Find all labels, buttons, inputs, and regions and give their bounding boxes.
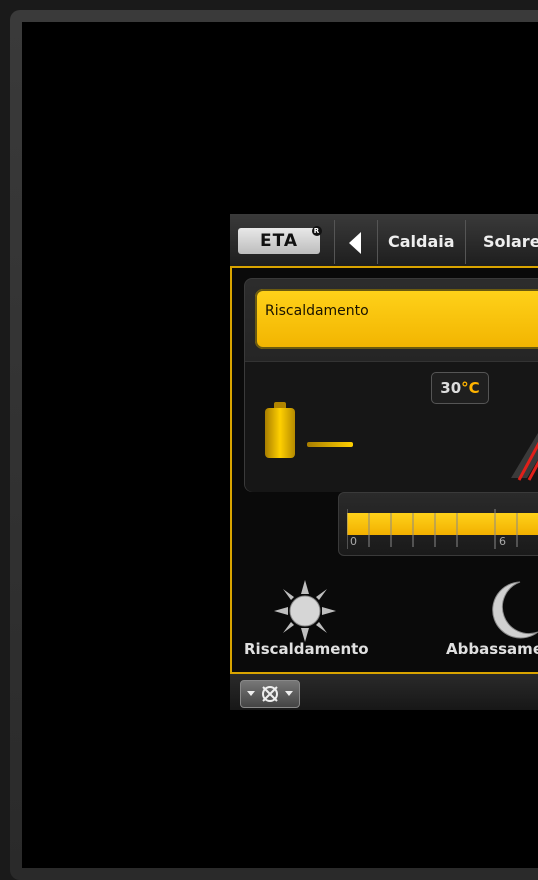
timeline-label-6: 6 bbox=[499, 535, 506, 548]
main-content: Riscaldamento 30°C 0 6 Riscaldamento Abb… bbox=[230, 268, 538, 672]
logo-text: ETA bbox=[259, 231, 299, 251]
heating-panel: Riscaldamento 30°C bbox=[244, 278, 538, 492]
registered-mark-icon: R bbox=[312, 226, 322, 236]
tab-solare[interactable]: Solare bbox=[473, 220, 538, 264]
bottom-bar bbox=[230, 672, 538, 710]
top-bar: ETA R Caldaia Solare bbox=[230, 214, 538, 268]
section-title: Riscaldamento bbox=[265, 303, 369, 319]
tools-icon bbox=[247, 686, 293, 702]
heating-circuit-icon bbox=[511, 433, 538, 481]
control-app: ETA R Caldaia Solare Riscaldamento 30°C bbox=[230, 214, 538, 710]
timeline-label-0: 0 bbox=[350, 535, 357, 548]
mode-label-riscaldamento[interactable]: Riscaldamento bbox=[244, 640, 369, 658]
chevron-left-icon bbox=[349, 232, 361, 254]
section-header[interactable]: Riscaldamento bbox=[255, 289, 538, 349]
back-button[interactable] bbox=[334, 220, 378, 264]
tab-caldaia[interactable]: Caldaia bbox=[378, 220, 466, 264]
heating-status-area: 30°C bbox=[245, 361, 538, 492]
timeline-ticks bbox=[347, 509, 518, 549]
temperature-unit: °C bbox=[461, 379, 480, 397]
temperature-readout[interactable]: 30°C bbox=[431, 372, 489, 404]
buffer-tank-icon bbox=[265, 402, 295, 458]
moon-icon[interactable] bbox=[480, 578, 538, 640]
level-indicator bbox=[307, 442, 353, 447]
mode-label-abbassamento[interactable]: Abbassame bbox=[446, 640, 538, 658]
eta-logo[interactable]: ETA R bbox=[238, 226, 322, 254]
sun-icon[interactable] bbox=[274, 580, 336, 642]
schedule-timeline[interactable]: 0 6 bbox=[338, 492, 538, 556]
temperature-value: 30 bbox=[440, 379, 462, 397]
settings-menu-button[interactable] bbox=[240, 680, 300, 708]
